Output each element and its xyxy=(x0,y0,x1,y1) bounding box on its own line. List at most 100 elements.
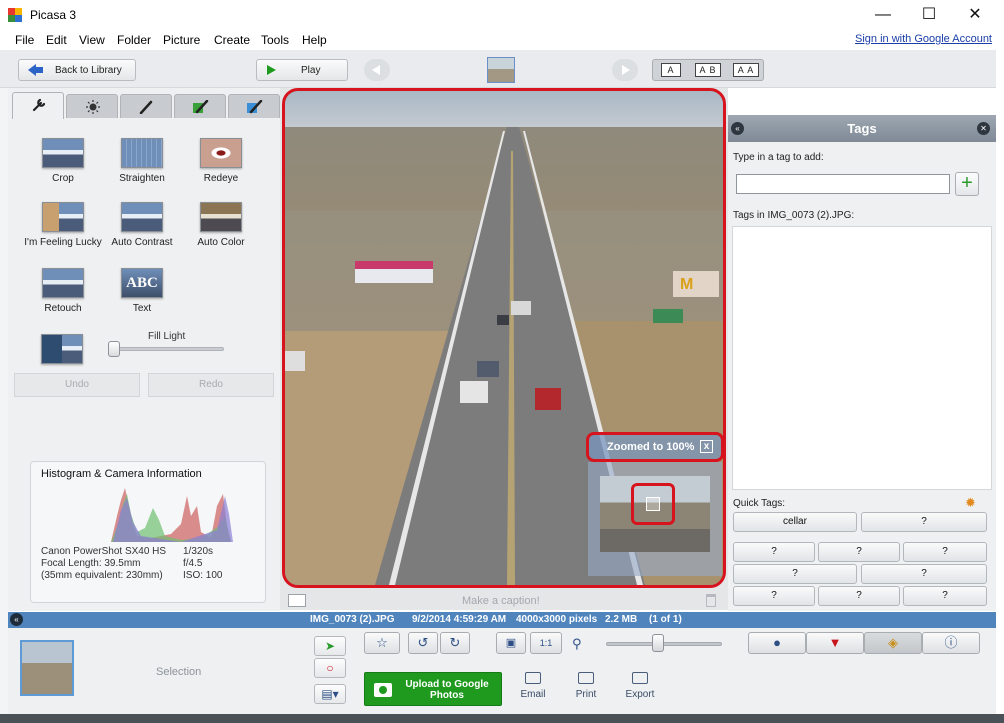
menu-file[interactable]: File xyxy=(15,33,34,47)
zoom-slider-track[interactable] xyxy=(606,642,722,646)
redeye-tool[interactable]: Redeye xyxy=(176,138,266,184)
minimize-button[interactable]: — xyxy=(860,0,906,30)
undo-button[interactable]: Undo xyxy=(14,373,140,397)
rotate-left-button[interactable]: ↺ xyxy=(408,632,438,654)
tags-button[interactable]: ◈ xyxy=(864,632,922,654)
next-photo-button[interactable] xyxy=(612,59,638,81)
upload-to-google-photos-button[interactable]: Upload to Google Photos xyxy=(364,672,502,706)
histogram-panel: Histogram & Camera Information Canon Pow… xyxy=(30,461,266,603)
quick-tag[interactable]: ? xyxy=(903,542,987,562)
close-button[interactable]: ✕ xyxy=(952,0,998,30)
auto-contrast-tool[interactable]: Auto Contrast xyxy=(97,202,187,248)
quick-tag[interactable]: ? xyxy=(818,542,900,562)
caption-mode-double[interactable]: A B xyxy=(695,63,721,77)
collapse-tray-icon[interactable]: « xyxy=(10,613,23,626)
print-button[interactable]: Print xyxy=(561,672,611,700)
quick-tag[interactable]: ? xyxy=(861,564,987,584)
fit-button[interactable]: ▣ xyxy=(496,632,526,654)
tab-effects-1[interactable] xyxy=(120,94,172,118)
tab-tuning[interactable] xyxy=(66,94,118,118)
trash-icon[interactable] xyxy=(706,594,716,607)
close-panel-icon[interactable]: ✕ xyxy=(977,122,990,135)
retouch-tool[interactable]: Retouch xyxy=(18,268,108,314)
caption-icon[interactable] xyxy=(288,594,306,607)
status-datetime: 9/2/2014 4:59:29 AM xyxy=(412,614,507,625)
menu-view[interactable]: View xyxy=(79,33,105,47)
rotate-right-button[interactable]: ↻ xyxy=(440,632,470,654)
straighten-thumbnail xyxy=(121,138,163,168)
export-icon xyxy=(632,672,648,684)
tab-basic-fixes[interactable] xyxy=(12,92,64,119)
tags-in-label: Tags in IMG_0073 (2).JPG: xyxy=(733,210,855,221)
email-button[interactable]: Email xyxy=(508,672,558,700)
play-icon xyxy=(267,65,276,75)
quick-tag[interactable]: cellar xyxy=(733,512,857,532)
picasa-logo-icon xyxy=(8,8,22,22)
clear-selection-button[interactable]: ○ xyxy=(314,658,346,678)
caption-mode-size[interactable]: A A xyxy=(733,63,759,77)
status-bar: « IMG_0073 (2).JPG 9/2/2014 4:59:29 AM 4… xyxy=(8,612,996,628)
window-title: Picasa 3 xyxy=(30,8,77,22)
caption-input[interactable]: Make a caption! xyxy=(462,595,540,607)
straighten-tool[interactable]: Straighten xyxy=(97,138,187,184)
menu-tools[interactable]: Tools xyxy=(261,33,289,47)
tab-effects-3[interactable] xyxy=(228,94,280,118)
back-to-library-button[interactable]: Back to Library xyxy=(18,59,136,81)
quick-tag[interactable]: ? xyxy=(733,564,857,584)
edit-tabs xyxy=(12,92,284,119)
menu-create[interactable]: Create xyxy=(214,33,250,47)
fill-light-slider-track[interactable] xyxy=(112,347,224,351)
quick-tag[interactable]: ? xyxy=(861,512,987,532)
add-tag-button[interactable]: + xyxy=(955,172,979,196)
star-button[interactable]: ☆ xyxy=(364,632,400,654)
actual-size-button[interactable]: 1:1 xyxy=(530,632,562,654)
redo-button[interactable]: Redo xyxy=(148,373,274,397)
properties-button[interactable]: ⓘ xyxy=(922,632,980,654)
quick-tag[interactable]: ? xyxy=(903,586,987,606)
tray-thumbnail[interactable] xyxy=(20,640,74,696)
quick-tag[interactable]: ? xyxy=(733,586,815,606)
album-dropdown-button[interactable]: ▤▾ xyxy=(314,684,346,704)
places-button[interactable]: ▼ xyxy=(806,632,864,654)
text-thumbnail: ABC xyxy=(121,268,163,298)
auto-color-tool[interactable]: Auto Color xyxy=(176,202,266,248)
sign-in-link[interactable]: Sign in with Google Account xyxy=(855,33,992,45)
fill-light-slider-knob[interactable] xyxy=(108,341,120,357)
focal-equivalent: (35mm equivalent: 230mm) xyxy=(41,570,163,581)
caption-mode-single[interactable]: A xyxy=(661,63,681,77)
tab-effects-2[interactable] xyxy=(174,94,226,118)
play-button[interactable]: Play xyxy=(256,59,348,81)
feeling-lucky-tool[interactable]: I'm Feeling Lucky xyxy=(18,202,108,248)
tag-input[interactable] xyxy=(736,174,950,194)
zoom-close-button[interactable]: x xyxy=(700,440,713,453)
gear-icon[interactable]: ✹ xyxy=(965,495,976,511)
upload-label: Upload to Google Photos xyxy=(405,679,489,701)
people-button[interactable]: ● xyxy=(748,632,806,654)
previous-photo-button[interactable] xyxy=(364,59,390,81)
redeye-label: Redeye xyxy=(203,173,239,184)
menu-edit[interactable]: Edit xyxy=(46,33,67,47)
zoom-slider-knob[interactable] xyxy=(652,634,664,652)
status-size: 2.2 MB xyxy=(605,614,638,625)
auto-color-label: Auto Color xyxy=(197,237,245,248)
iso-value: ISO: 100 xyxy=(183,570,223,581)
text-label: Text xyxy=(132,303,152,314)
export-button[interactable]: Export xyxy=(615,672,665,700)
quick-tag[interactable]: ? xyxy=(818,586,900,606)
hold-pin-button[interactable]: ➤ xyxy=(314,636,346,656)
window-edge xyxy=(996,50,1004,723)
quick-tag[interactable]: ? xyxy=(733,542,815,562)
status-position: (1 of 1) xyxy=(649,614,682,625)
text-tool[interactable]: ABC Text xyxy=(97,268,187,314)
menu-picture[interactable]: Picture xyxy=(163,33,200,47)
crop-tool[interactable]: Crop xyxy=(18,138,108,184)
menu-folder[interactable]: Folder xyxy=(117,33,151,47)
maximize-button[interactable]: ☐ xyxy=(906,0,952,30)
tags-list xyxy=(732,226,992,490)
menu-help[interactable]: Help xyxy=(302,33,327,47)
navigator-viewport[interactable] xyxy=(631,483,675,525)
histogram-title: Histogram & Camera Information xyxy=(41,468,202,480)
fill-light-label: Fill Light xyxy=(148,331,186,342)
info-icon: ⓘ xyxy=(944,635,958,650)
current-photo-thumbnail[interactable] xyxy=(487,57,515,83)
